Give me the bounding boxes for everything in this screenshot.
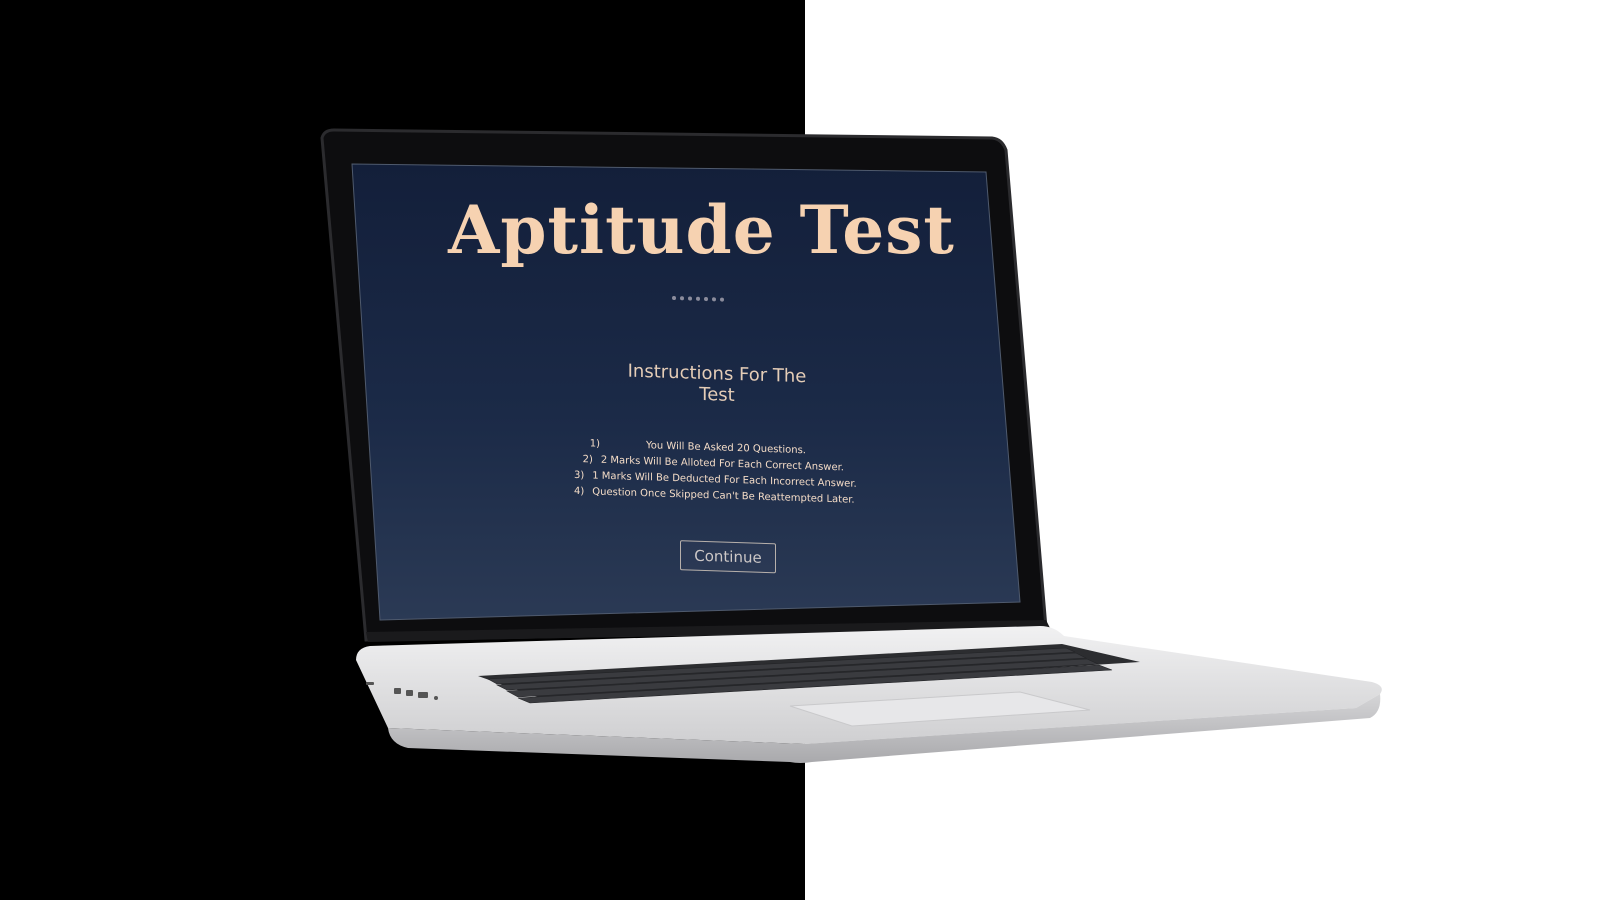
instruction-number: 1)	[589, 437, 600, 450]
instruction-number: 2)	[582, 453, 593, 466]
separator-dot	[672, 295, 676, 301]
app-screen: Aptitude Test Instructions For The Test …	[354, 172, 994, 642]
separator-dot	[696, 296, 700, 301]
separator-dot	[704, 296, 708, 302]
separator-dots	[672, 295, 724, 302]
separator-dot	[680, 296, 684, 301]
continue-button[interactable]: Continue	[680, 540, 776, 574]
instructions-heading: Instructions For The Test	[627, 360, 807, 406]
instruction-number: 3)	[574, 469, 585, 481]
instructions-list: 1) You Will Be Asked 20 Questions. 2) 2 …	[574, 435, 857, 507]
separator-dot	[720, 297, 724, 302]
instruction-number: 4)	[574, 485, 585, 497]
page-title: Aptitude Test	[448, 190, 955, 269]
separator-dot	[688, 296, 692, 301]
separator-dot	[712, 297, 716, 302]
